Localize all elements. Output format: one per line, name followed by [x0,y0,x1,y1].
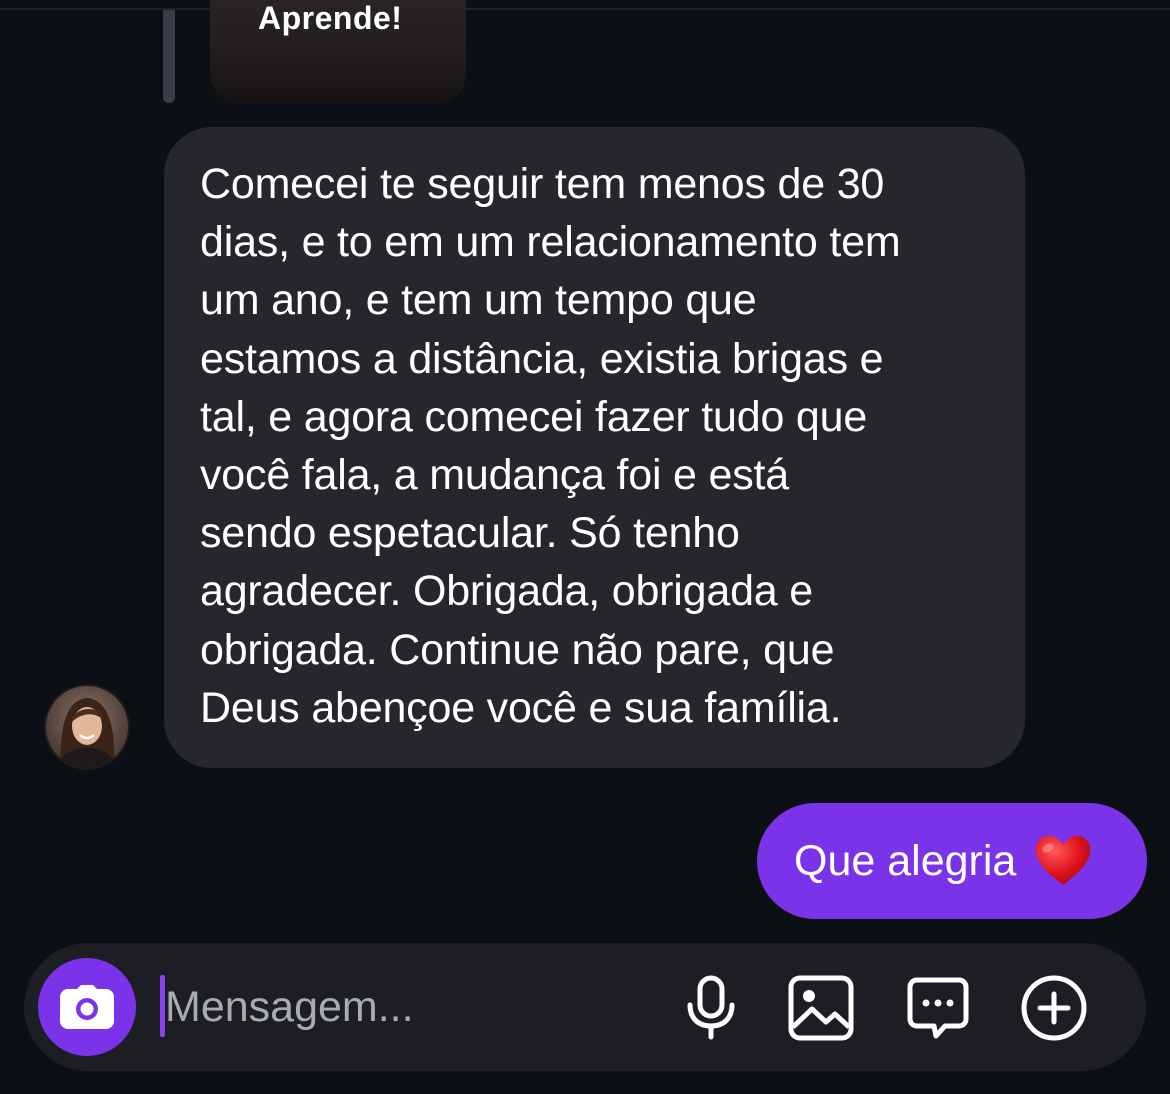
reply-indicator-line [163,10,175,103]
microphone-button[interactable] [676,973,746,1043]
red-heart-icon [1035,836,1091,885]
microphone-icon [687,975,735,1040]
add-icon [1021,975,1087,1041]
incoming-message-bubble[interactable]: Comecei te seguir tem menos de 30 dias, … [164,127,1025,768]
avatar[interactable] [46,686,128,768]
avatar-photo [46,686,128,768]
incoming-message-text: Comecei te seguir tem menos de 30 dias, … [200,160,901,732]
outgoing-message-text: Que alegria [794,836,1017,885]
gallery-button[interactable] [786,973,856,1043]
outgoing-message-bubble[interactable]: Que alegria [757,803,1147,919]
sticker-button[interactable] [903,973,973,1043]
shared-post-title: Aprende! [258,0,403,36]
top-divider [0,8,1170,10]
chat-screen: Aprende! Comecei te seguir tem menos de … [0,0,1170,1094]
shared-post-preview[interactable]: Aprende! [210,0,466,104]
camera-icon [60,985,114,1029]
message-input[interactable] [165,971,645,1043]
camera-button[interactable] [38,958,136,1056]
gallery-icon [788,975,854,1041]
sticker-icon [907,977,969,1039]
add-button[interactable] [1019,973,1089,1043]
message-composer [24,943,1146,1071]
